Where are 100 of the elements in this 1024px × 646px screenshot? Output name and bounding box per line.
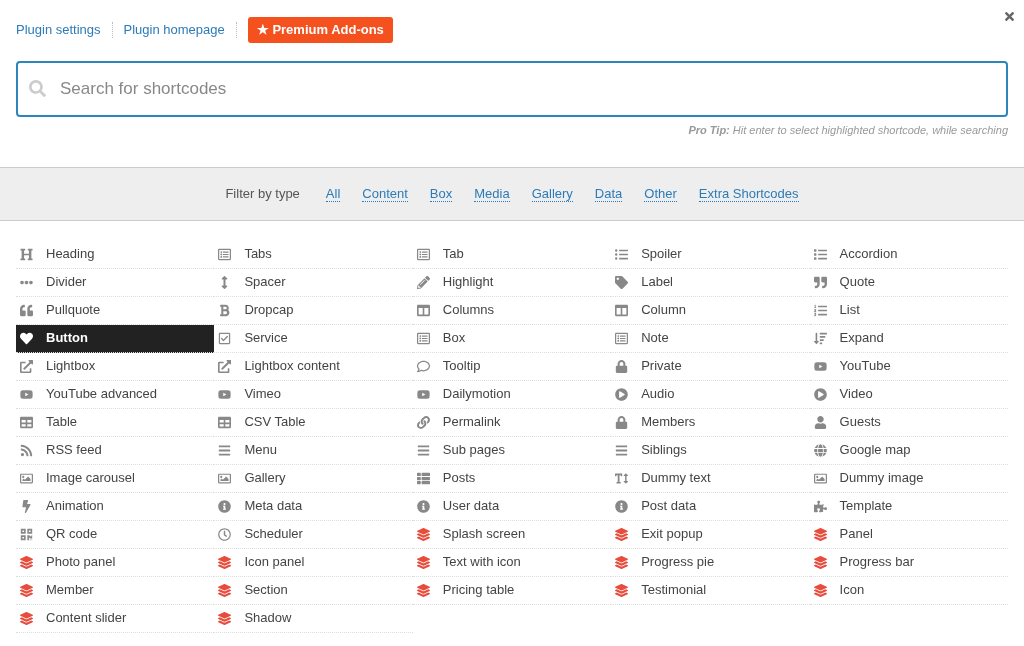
shortcode-item[interactable]: CSV Table [214,408,413,437]
layers-icon [416,555,430,569]
shortcode-item[interactable]: Divider [16,268,215,297]
filter-link[interactable]: Gallery [531,185,573,202]
shortcode-item[interactable]: Tooltip [412,352,612,381]
shortcode-item[interactable]: Expand [809,324,1008,353]
shortcode-item[interactable]: Spoiler [611,240,810,269]
shortcode-item[interactable]: Dropcap [214,296,413,325]
shortcode-item[interactable]: Menu [214,436,413,465]
filter-link[interactable]: Extra Shortcodes [698,185,799,202]
video-play-icon [20,387,33,401]
shortcode-item[interactable]: Post data [611,492,810,521]
shortcode-item[interactable]: Box [412,324,612,353]
shortcode-item[interactable]: Video [809,380,1008,409]
shortcode-item[interactable]: Pullquote [16,296,215,325]
filter-link[interactable]: Data [594,185,623,202]
shortcode-item[interactable]: Heading [16,240,215,269]
shortcode-item[interactable]: YouTube [809,352,1008,381]
shortcode-item[interactable]: Guests [809,408,1008,437]
video-play-icon [416,387,430,401]
image-icon [20,471,33,485]
shortcode-item[interactable]: Spacer [214,268,413,297]
shortcode-item[interactable]: Posts [412,464,612,493]
shortcode-item[interactable]: Lightbox content [214,352,413,381]
shortcode-item[interactable]: Columns [412,296,612,325]
shortcode-item[interactable]: Icon [809,576,1008,605]
filter-link[interactable]: Media [474,185,510,202]
shortcode-item[interactable]: Audio [611,380,810,409]
filter-link[interactable]: Box [429,185,453,202]
shortcode-item[interactable]: Progress bar [809,548,1008,577]
shortcode-item[interactable]: Panel [809,520,1008,549]
layers-icon [615,555,629,569]
layers-icon [813,555,827,569]
box-icon [416,331,430,345]
shortcode-item[interactable]: Exit popup [611,520,810,549]
shortcode-item[interactable]: Photo panel [16,548,215,577]
shortcode-item[interactable]: Pricing table [412,576,612,605]
shortcode-item[interactable]: Template [809,492,1008,521]
shortcode-item[interactable]: Gallery [214,464,413,493]
info-icon [218,499,232,513]
shortcode-item[interactable]: QR code [16,520,215,549]
plugin-link[interactable]: Plugin settings [16,20,101,40]
filter-link[interactable]: Content [362,185,408,202]
filter-link[interactable]: All [325,185,341,202]
menu-icon [416,443,430,457]
video-play-icon [218,387,232,401]
shortcode-item[interactable]: Sub pages [412,436,612,465]
tabs-icon [416,247,430,261]
shortcode-item[interactable]: Quote [809,268,1008,297]
shortcode-item[interactable]: Tab [412,240,612,269]
shortcode-item[interactable]: YouTube advanced [16,380,215,409]
shortcode-item[interactable]: Animation [16,492,215,521]
shortcode-item[interactable]: Scheduler [214,520,413,549]
shortcode-item[interactable]: Progress pie [611,548,810,577]
close-icon[interactable] [1003,10,1016,23]
clock-icon [218,527,232,541]
layers-icon [615,583,629,597]
table-icon [20,415,33,429]
shortcode-item[interactable]: List [809,296,1008,325]
shortcode-item[interactable]: Splash screen [412,520,612,549]
shortcode-item[interactable]: Testimonial [611,576,810,605]
layers-icon [20,583,33,597]
shortcode-item[interactable]: Lightbox [16,352,215,381]
heading-icon [20,247,33,261]
layers-icon [218,583,232,597]
info-icon [615,499,629,513]
shortcode-item[interactable]: Private [611,352,810,381]
shortcode-item[interactable]: RSS feed [16,436,215,465]
filter-link[interactable]: Other [644,185,677,202]
shortcode-item[interactable]: Dummy text [611,464,810,493]
shortcode-item[interactable]: User data [412,492,612,521]
shortcode-item[interactable]: Button [16,324,215,353]
shortcode-item[interactable]: Google map [809,436,1008,465]
shortcode-item[interactable]: Label [611,268,810,297]
shortcode-item[interactable]: Tabs [214,240,413,269]
shortcode-item[interactable]: Accordion [809,240,1008,269]
shortcode-item[interactable]: Column [611,296,810,325]
shortcode-item[interactable]: Permalink [412,408,612,437]
shortcode-item[interactable]: Content slider [16,604,215,633]
heart-icon [20,331,33,345]
shortcode-item[interactable]: Dummy image [809,464,1008,493]
shortcode-item[interactable]: Image carousel [16,464,215,493]
shortcode-item[interactable]: Vimeo [214,380,413,409]
shortcode-item[interactable]: Note [611,324,810,353]
shortcode-item[interactable]: Section [214,576,413,605]
search-field[interactable]: Search for shortcodes [16,61,1008,117]
shortcode-item[interactable]: Table [16,408,215,437]
info-icon [416,499,430,513]
plugin-link[interactable]: Plugin homepage [123,20,225,40]
shortcode-item[interactable]: Icon panel [214,548,413,577]
shortcode-item[interactable]: Shadow [214,604,413,633]
shortcode-item[interactable]: Dailymotion [412,380,612,409]
shortcode-item[interactable]: Siblings [611,436,810,465]
shortcode-item[interactable]: Member [16,576,215,605]
shortcode-item[interactable]: Text with icon [412,548,612,577]
shortcode-item[interactable]: Members [611,408,810,437]
shortcode-item[interactable]: Highlight [412,268,612,297]
list-icon [416,471,430,485]
shortcode-item[interactable]: Service [214,324,413,353]
shortcode-item[interactable]: Meta data [214,492,413,521]
